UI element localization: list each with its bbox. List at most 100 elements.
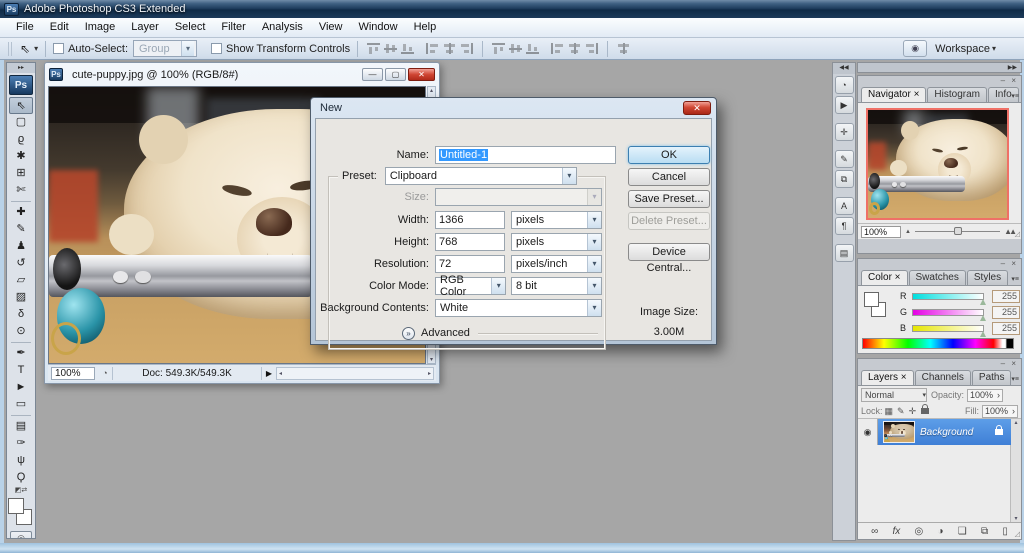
tab-color[interactable]: Color × xyxy=(861,270,908,285)
blend-mode-dropdown[interactable]: Normal ▾ xyxy=(861,388,927,402)
lasso-tool[interactable]: ϱ xyxy=(9,131,33,148)
auto-select-checkbox[interactable] xyxy=(53,43,65,54)
link-layers-icon[interactable]: ∞ xyxy=(871,526,878,537)
quick-selection-tool[interactable]: ✱ xyxy=(9,148,33,165)
dock-collapse-icon[interactable]: ◀◀ xyxy=(833,63,855,74)
navigator-thumbnail[interactable] xyxy=(866,108,1009,220)
tool-preset-arrow-icon[interactable]: ▾ xyxy=(34,44,38,53)
blur-tool[interactable]: δ xyxy=(9,306,33,323)
history-brush-tool[interactable]: ↺ xyxy=(9,255,33,272)
layer-style-icon[interactable]: fx xyxy=(892,526,900,537)
dialog-close-icon[interactable]: ✕ xyxy=(683,101,711,115)
tab-histogram[interactable]: Histogram xyxy=(927,87,987,102)
distribute-right-edges-icon[interactable] xyxy=(585,43,599,54)
healing-brush-tool[interactable]: ✚ xyxy=(9,204,33,221)
go-to-bridge-button[interactable]: ◉ xyxy=(903,40,928,57)
panel-menu-icon[interactable]: ▾≡ xyxy=(1011,275,1019,283)
spinner-arrow-icon[interactable]: › xyxy=(997,390,1000,401)
panel-menu-icon[interactable]: ▾≡ xyxy=(1011,92,1019,100)
resize-grip-icon[interactable]: ◿ xyxy=(1015,530,1020,538)
actions-panel-button[interactable]: ▶ xyxy=(834,96,854,114)
lock-all-icon[interactable] xyxy=(921,404,930,414)
toolbox-expand-icon[interactable]: ▸▸ xyxy=(7,63,35,73)
zoom-tool[interactable]: Ϙ xyxy=(9,469,33,486)
scroll-right-icon[interactable]: ▸ xyxy=(428,370,431,377)
ok-button[interactable]: OK xyxy=(628,146,710,164)
layers-scrollbar[interactable]: ▴ ▾ xyxy=(1010,419,1021,522)
tab-channels[interactable]: Channels xyxy=(914,370,971,385)
distribute-bottom-edges-icon[interactable] xyxy=(526,43,540,54)
scroll-left-icon[interactable]: ◂ xyxy=(279,370,282,377)
red-channel-value[interactable]: 255 xyxy=(992,289,1020,303)
size-dropdown[interactable]: ▾ xyxy=(435,188,602,206)
resize-grip-icon[interactable]: ◿ xyxy=(1015,230,1020,238)
layer-visibility-eye-icon[interactable]: ◉ xyxy=(858,419,878,445)
slice-tool[interactable]: ✄ xyxy=(9,182,33,199)
panel-menu-icon[interactable]: ▾≡ xyxy=(1011,375,1019,383)
background-layer-row[interactable]: ◉ Background xyxy=(858,419,1011,445)
lock-pixels-icon[interactable]: ✎ xyxy=(897,406,905,417)
layer-comps-panel-button[interactable]: ▤ xyxy=(834,244,854,262)
foreground-color-swatch[interactable] xyxy=(8,498,24,514)
clone-stamp-tool[interactable]: ♟ xyxy=(9,238,33,255)
spinner-arrow-icon[interactable]: › xyxy=(1012,406,1015,417)
slider-thumb[interactable] xyxy=(980,314,986,321)
layer-mask-icon[interactable]: ◎ xyxy=(915,526,924,537)
bit-depth-dropdown[interactable]: 8 bit ▾ xyxy=(511,277,602,295)
new-layer-icon[interactable]: ⧉ xyxy=(981,526,988,537)
menu-image[interactable]: Image xyxy=(77,18,124,37)
lock-position-icon[interactable]: ✛ xyxy=(909,406,917,417)
slider-thumb[interactable] xyxy=(980,298,986,305)
menu-window[interactable]: Window xyxy=(350,18,405,37)
background-contents-dropdown[interactable]: White ▾ xyxy=(435,299,602,317)
pen-tool[interactable]: ✒ xyxy=(9,345,33,362)
foreground-color-swatch[interactable] xyxy=(864,292,879,307)
eyedropper-tool[interactable]: ✑ xyxy=(9,435,33,452)
close-button[interactable]: ✕ xyxy=(408,68,435,81)
marquee-tool[interactable]: ▢ xyxy=(9,114,33,131)
height-unit-dropdown[interactable]: pixels ▾ xyxy=(511,233,602,251)
brush-tool[interactable]: ✎ xyxy=(9,221,33,238)
device-central-button[interactable]: Device Central... xyxy=(628,243,710,274)
brushes-panel-button[interactable]: ✎ xyxy=(834,150,854,168)
align-vertical-centers-icon[interactable] xyxy=(384,43,398,54)
scroll-up-icon[interactable]: ▴ xyxy=(430,87,433,94)
distribute-vertical-centers-icon[interactable] xyxy=(509,43,523,54)
width-unit-dropdown[interactable]: pixels ▾ xyxy=(511,211,602,229)
maximize-button[interactable]: ▢ xyxy=(385,68,406,81)
tab-swatches[interactable]: Swatches xyxy=(908,270,966,285)
dock-expand-icon[interactable]: ▶▶ xyxy=(857,62,1022,73)
status-menu-arrow-icon[interactable]: ▶ xyxy=(262,369,276,378)
distribute-top-edges-icon[interactable] xyxy=(492,43,506,54)
document-title-bar[interactable]: Ps cute-puppy.jpg @ 100% (RGB/8#) — ▢ ✕ xyxy=(45,63,439,86)
tab-navigator[interactable]: Navigator × xyxy=(861,87,927,102)
dodge-tool[interactable]: ⊙ xyxy=(9,323,33,340)
advanced-label[interactable]: Advanced xyxy=(421,327,470,339)
blue-channel-slider[interactable] xyxy=(912,324,986,337)
move-tool[interactable]: ⇖ xyxy=(9,97,33,114)
delete-layer-icon[interactable]: ▯ xyxy=(1002,526,1008,537)
adjustment-layer-icon[interactable]: ◑ xyxy=(937,526,943,537)
menu-file[interactable]: File xyxy=(8,18,42,37)
menu-filter[interactable]: Filter xyxy=(213,18,253,37)
history-panel-button[interactable]: ◔ xyxy=(834,76,854,94)
hand-tool[interactable]: ψ xyxy=(9,452,33,469)
align-right-edges-icon[interactable] xyxy=(460,43,474,54)
crop-tool[interactable]: ⊞ xyxy=(9,165,33,182)
options-bar-grip[interactable] xyxy=(8,41,14,56)
slider-thumb[interactable] xyxy=(954,227,963,235)
show-transform-checkbox[interactable] xyxy=(211,43,222,54)
zoom-in-icon[interactable]: ▲▲ xyxy=(1004,227,1017,236)
tab-layers[interactable]: Layers × xyxy=(861,370,914,385)
height-input[interactable]: 768 xyxy=(435,233,505,251)
width-input[interactable]: 1366 xyxy=(435,211,505,229)
menu-select[interactable]: Select xyxy=(167,18,214,37)
preset-dropdown[interactable]: Clipboard ▾ xyxy=(384,167,577,185)
advanced-expander-icon[interactable]: » xyxy=(402,326,415,340)
scroll-up-icon[interactable]: ▴ xyxy=(1014,419,1017,426)
distribute-left-edges-icon[interactable] xyxy=(551,43,565,54)
align-left-edges-icon[interactable] xyxy=(426,43,440,54)
resolution-input[interactable]: 72 xyxy=(435,255,505,273)
character-panel-button[interactable]: A xyxy=(834,197,854,215)
tool-presets-panel-button[interactable]: ✛ xyxy=(834,123,854,141)
